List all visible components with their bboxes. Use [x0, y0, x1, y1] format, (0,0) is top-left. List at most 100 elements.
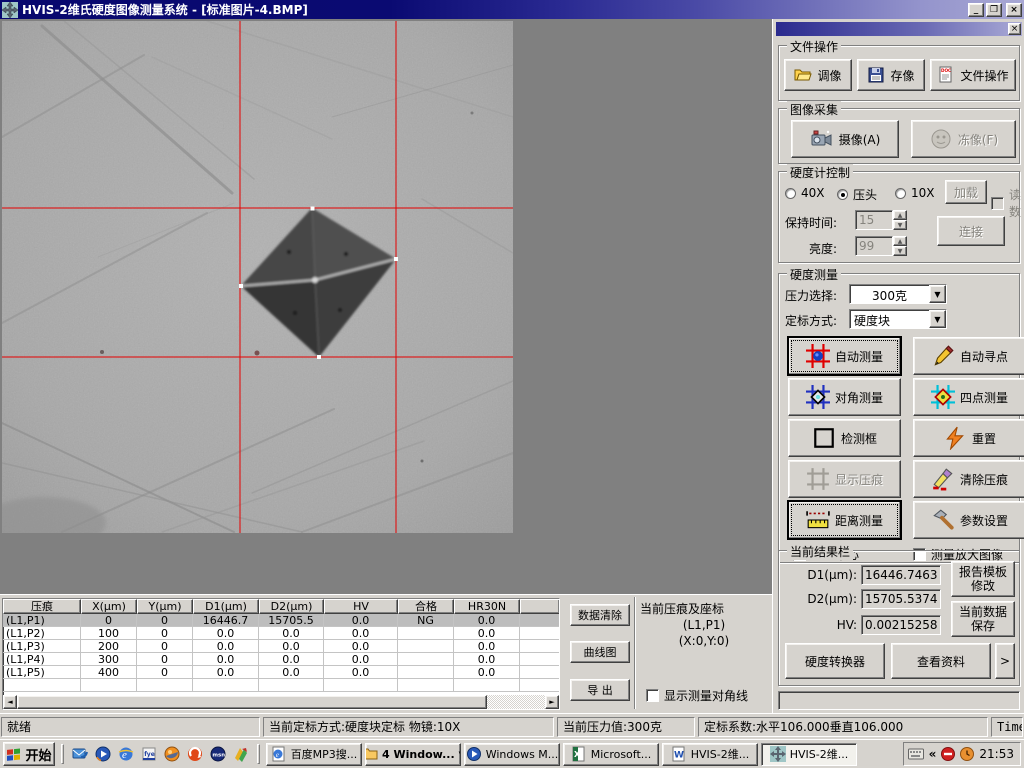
start-button[interactable]: 开始: [3, 742, 55, 766]
export-button[interactable]: 导 出: [570, 679, 630, 701]
load-image-button[interactable]: 调像: [784, 59, 852, 91]
tray-chevron-icon[interactable]: «: [929, 747, 937, 761]
view-docs-button[interactable]: 查看资料: [891, 643, 991, 679]
msn-icon[interactable]: msn: [208, 744, 228, 764]
col-x[interactable]: X(μm): [81, 599, 137, 614]
task-windows-media[interactable]: Windows M...: [464, 743, 560, 766]
col-pass[interactable]: 合格: [398, 599, 454, 614]
task-hvis-app[interactable]: HVIS-2维...: [761, 743, 857, 766]
pressure-select[interactable]: 300克 ▼: [849, 284, 947, 304]
reset-button[interactable]: 重置: [913, 419, 1024, 457]
task-hvis-word[interactable]: W HVIS-2维...: [662, 743, 758, 766]
dropdown-icon[interactable]: ▼: [929, 285, 946, 303]
keyboard-icon[interactable]: [908, 748, 924, 760]
radio-indenter[interactable]: 压头: [837, 186, 877, 203]
restore-button[interactable]: ❐: [986, 3, 1002, 17]
param-settings-button[interactable]: 参数设置: [913, 501, 1024, 539]
minimize-button[interactable]: _: [968, 3, 984, 17]
table-row[interactable]: (L1,P5)40000.00.00.00.0: [3, 666, 559, 679]
svg-text:fye: fye: [144, 751, 155, 758]
save-data-button[interactable]: 当前数据保存: [951, 601, 1015, 637]
hardness-control-group: 硬度计控制 40X 压头 10X 加载 读数 保持时间: 15 ▲▼ 亮度: 9…: [778, 171, 1020, 263]
security-shield-icon[interactable]: [941, 747, 955, 761]
load-force-button[interactable]: 加载: [945, 180, 987, 204]
save-image-label: 存像: [890, 67, 914, 84]
divider: [61, 744, 64, 764]
freeze-button[interactable]: 冻像(F): [911, 120, 1016, 158]
open-folder-icon: [794, 66, 812, 84]
diagonal-measure-button[interactable]: 对角测量: [788, 378, 901, 416]
task-microsoft-excel[interactable]: X Microsoft...: [563, 743, 659, 766]
taskbar-clock[interactable]: 21:53: [979, 747, 1014, 761]
auto-measure-button[interactable]: 自动测量: [788, 337, 901, 375]
four-point-button[interactable]: 四点测量: [913, 378, 1024, 416]
distance-measure-button[interactable]: 距离测量: [788, 501, 901, 539]
table-row[interactable]: (L1,P3)20000.00.00.00.0: [3, 640, 559, 653]
save-image-button[interactable]: 存像: [857, 59, 925, 91]
col-indent[interactable]: 压痕: [3, 599, 81, 614]
hold-time-row: 保持时间:: [785, 214, 837, 231]
hold-time-spinner[interactable]: 15 ▲▼: [855, 210, 907, 230]
dropdown-icon[interactable]: ▼: [929, 310, 946, 328]
red-swirl-icon[interactable]: [185, 744, 205, 764]
file-ops-label: 文件操作: [960, 67, 1008, 84]
clock-tray-icon[interactable]: [960, 747, 974, 761]
close-button[interactable]: ×: [1006, 3, 1022, 17]
messenger-icon[interactable]: [231, 744, 251, 764]
col-hr30n[interactable]: HR30N: [454, 599, 520, 614]
curve-chart-button[interactable]: 曲线图: [570, 641, 630, 663]
file-ops-button[interactable]: DOC 文件操作: [930, 59, 1016, 91]
orange-sphere-icon[interactable]: [162, 744, 182, 764]
scroll-right-icon[interactable]: ►: [545, 695, 559, 709]
table-row[interactable]: (L1,P2)10000.00.00.00.0: [3, 627, 559, 640]
scroll-left-icon[interactable]: ◄: [3, 695, 17, 709]
auto-find-button[interactable]: 自动寻点: [913, 337, 1024, 375]
col-d2[interactable]: D2(μm): [259, 599, 324, 614]
scrollbar-track[interactable]: [487, 695, 545, 709]
col-d1[interactable]: D1(μm): [193, 599, 259, 614]
calibration-select[interactable]: 硬度块 ▼: [849, 309, 947, 329]
scrollbar-thumb[interactable]: [17, 695, 487, 709]
task-dropdown-icon[interactable]: ▼: [459, 750, 461, 758]
table-row[interactable]: (L1,P4)30000.00.00.00.0: [3, 653, 559, 666]
radio-40x[interactable]: 40X: [785, 186, 825, 200]
spin-down-icon[interactable]: ▼: [893, 246, 907, 256]
brightness-spinner[interactable]: 99 ▲▼: [855, 236, 907, 256]
app-icon: [770, 746, 786, 762]
floppy-disk-icon: [867, 66, 885, 84]
status-coefficient: 定标系数:水平106.000垂直106.000: [698, 717, 988, 737]
clear-data-button[interactable]: 数据清除: [570, 604, 630, 626]
panel-close-icon[interactable]: ×: [1008, 23, 1021, 35]
table-row[interactable]: (L1,P1)0016446.715705.50.0NG0.0: [3, 614, 559, 627]
more-button[interactable]: >: [995, 643, 1015, 679]
file-group: 文件操作 调像 存像 DOC 文件操作: [778, 45, 1020, 101]
col-hv[interactable]: HV: [324, 599, 398, 614]
media-player-icon[interactable]: [93, 744, 113, 764]
task-baidu-mp3[interactable]: e 百度MP3搜...: [266, 743, 362, 766]
radio-10x[interactable]: 10X: [895, 186, 935, 200]
indentation-image[interactable]: [2, 21, 513, 533]
hardness-converter-button[interactable]: 硬度转换器: [785, 643, 885, 679]
report-template-button[interactable]: 报告模板修改: [951, 561, 1015, 597]
spin-up-icon[interactable]: ▲: [893, 236, 907, 246]
internet-explorer-icon[interactable]: e: [116, 744, 136, 764]
svg-text:DOC: DOC: [941, 68, 951, 73]
clear-indent-button[interactable]: 清除压痕: [913, 460, 1024, 498]
spin-down-icon[interactable]: ▼: [893, 220, 907, 230]
connect-button[interactable]: 连接: [937, 216, 1005, 246]
lightning-icon: [943, 426, 967, 450]
task-windows-group[interactable]: 4 Window... ▼: [365, 743, 461, 766]
detect-box-button[interactable]: 检测框: [788, 419, 901, 457]
capture-button[interactable]: 摄像(A): [791, 120, 899, 158]
d2-value: 15705.5374: [861, 589, 941, 609]
spin-up-icon[interactable]: ▲: [893, 210, 907, 220]
fye-icon[interactable]: fye: [139, 744, 159, 764]
divider: [257, 744, 260, 764]
outlook-express-icon[interactable]: [70, 744, 90, 764]
diagonal-measure-icon: [806, 385, 830, 409]
col-y[interactable]: Y(μm): [137, 599, 193, 614]
window-title: HVIS-2维氏硬度图像测量系统 - [标准图片-4.BMP]: [22, 1, 966, 18]
show-indent-button[interactable]: 显示压痕: [788, 460, 901, 498]
read-checkbox[interactable]: 读数: [991, 186, 1021, 220]
show-diagonal-checkbox[interactable]: 显示测量对角线: [646, 687, 748, 704]
